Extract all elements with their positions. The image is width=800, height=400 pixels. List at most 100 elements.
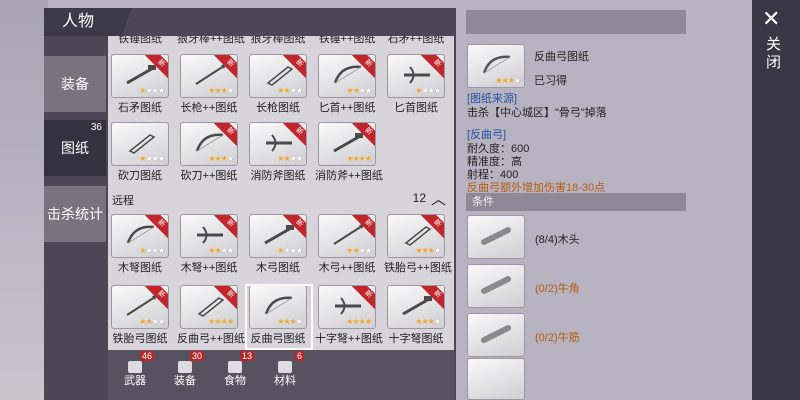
blueprint-cell[interactable]: 新 ★★★★ 铁胎弓图纸 (108, 285, 172, 345)
blueprint-cell[interactable]: 新 ★★★★ 木弩图纸 (108, 214, 172, 274)
blueprint-label: 长枪++图纸 (180, 102, 238, 114)
weapon-icon (404, 66, 430, 84)
category-tab[interactable]: 46 武器 (112, 350, 158, 392)
weapon-icon (126, 65, 156, 85)
detail-status: 已习得 (534, 75, 567, 87)
weapon-icon (195, 133, 224, 152)
category-tab[interactable]: 13 食物 (212, 350, 258, 392)
background-left (0, 0, 48, 400)
blueprint-card[interactable]: 新 ★★★★ (180, 54, 238, 98)
blueprint-cell[interactable]: 新 ★★★★ 消防斧++图纸 (315, 122, 383, 182)
close-label[interactable]: 关闭 (766, 36, 781, 72)
category-tab[interactable]: 6 材料 (262, 350, 308, 392)
material-card (467, 313, 525, 357)
weapon-icon (335, 297, 361, 315)
side-tab-label: 装备 (61, 76, 89, 92)
blueprint-cell[interactable]: 新 ★★★★ 匕首++图纸 (315, 54, 379, 114)
blueprint-card[interactable]: 新 ★★★★ (180, 214, 238, 258)
blueprint-cell[interactable]: 新 ★★★★ 十字弩图纸 (384, 285, 448, 345)
horn-icon (481, 276, 511, 294)
blueprint-card[interactable]: 新 ★★★★ (318, 214, 376, 258)
recurve-bow-icon (482, 55, 511, 74)
blueprint-label: 十字弩图纸 (388, 333, 444, 345)
star-rating: ★★★★ (346, 246, 372, 255)
page-title: 人物 (44, 8, 132, 36)
side-tab-blueprints[interactable]: 36 图纸 (44, 120, 106, 176)
blueprint-card[interactable]: 新 ★★★★ (249, 214, 307, 258)
blueprint-cell[interactable]: 新 ★★★★ 木弓图纸 (246, 214, 310, 274)
blueprint-cell[interactable]: 新 ★★★★ 匕首图纸 (384, 54, 448, 114)
material-card (467, 215, 525, 259)
blueprint-card[interactable]: 新 ★★★★ (111, 54, 169, 98)
tab-label: 食物 (224, 375, 246, 387)
category-tab[interactable]: 30 装备 (162, 350, 208, 392)
blueprint-cell[interactable]: 新 ★★★★ 木弓++图纸 (315, 214, 379, 274)
weapon-icon (402, 296, 432, 316)
side-tab-equipment[interactable]: 装备 (44, 56, 106, 112)
blueprint-label: 砍刀图纸 (118, 170, 162, 182)
blueprint-card[interactable]: ★★★★ (111, 122, 169, 166)
side-tab-label: 图纸 (61, 140, 89, 156)
conditions-header: 条件 (466, 193, 686, 211)
blueprint-card[interactable]: 新 ★★★★ (180, 122, 238, 166)
blueprint-label: 长枪图纸 (256, 102, 300, 114)
star-rating: ★★★★ (139, 86, 165, 95)
blueprint-card[interactable]: 新 ★★★★ (318, 54, 376, 98)
blueprint-label: 木弓++图纸 (318, 262, 376, 274)
blueprint-card[interactable]: 新 ★★★★ (249, 54, 307, 98)
weapon-icon (126, 295, 157, 316)
star-rating: ★★★★ (208, 86, 234, 95)
star-rating: ★★★★ (139, 317, 165, 326)
chevron-up-icon[interactable]: ︿ (431, 188, 446, 209)
star-rating: ★★★★ (346, 86, 372, 95)
blueprint-count-badge: 36 (90, 122, 102, 133)
blueprint-card[interactable]: 新 ★★★★ (249, 122, 307, 166)
weapon-icon (264, 225, 294, 245)
blueprint-label: 木弩++图纸 (180, 262, 238, 274)
weapon-icon (266, 66, 294, 86)
blueprint-label: 狼牙棒图纸 (250, 36, 306, 45)
blueprint-card[interactable]: 新 ★★★★ (318, 122, 376, 166)
tab-label: 装备 (174, 375, 196, 387)
blueprint-card[interactable]: 新 ★★★★ (387, 285, 445, 329)
blueprint-cell[interactable]: 新 ★★★★ 反曲弓++图纸 (177, 285, 245, 345)
blueprint-cell[interactable]: ★★★★ 砍刀图纸 (108, 122, 172, 182)
star-rating: ★★★★ (139, 154, 165, 163)
blueprint-label: 消防斧++图纸 (315, 170, 383, 182)
blueprint-label: 铁胎弓++图纸 (384, 262, 452, 274)
blueprint-label: 狼牙棒++图纸 (177, 36, 245, 45)
blueprint-cell[interactable]: 新 ★★★★ 木弩++图纸 (177, 214, 241, 274)
ranged-section-header[interactable]: 远程 12 ︿ (108, 190, 454, 208)
star-rating: ★★★★ (346, 154, 372, 163)
tab-label: 武器 (124, 375, 146, 387)
material-card (467, 358, 525, 400)
selection-frame (245, 284, 313, 350)
blueprint-card[interactable]: 新 ★★★★ (387, 54, 445, 98)
detail-source-text: 击杀【中心城区】"骨弓"掉落 (467, 107, 607, 119)
blueprint-card[interactable]: 新 ★★★★ (111, 214, 169, 258)
blueprint-label: 木弩图纸 (118, 262, 162, 274)
blueprint-card[interactable]: 新 ★★★★ (318, 285, 376, 329)
star-rating: ★★★★ (277, 154, 303, 163)
detail-item-name: 反曲弓图纸 (534, 51, 589, 63)
blueprint-cell[interactable]: 新 ★★★★ 十字弩++图纸 (315, 285, 383, 345)
star-rating: ★★★★ (346, 317, 372, 326)
blueprint-cell[interactable]: 新 ★★★★ 砍刀++图纸 (177, 122, 241, 182)
blueprint-card[interactable]: 新 ★★★★ (387, 214, 445, 258)
blueprint-card[interactable]: 新 ★★★★ (111, 285, 169, 329)
blueprint-cell[interactable]: 新 ★★★★ 长枪++图纸 (177, 54, 241, 114)
weapon-icon (197, 297, 225, 317)
side-tab-kill-stats[interactable]: 击杀统计 (44, 186, 106, 242)
blueprint-card[interactable]: 新 ★★★★ (180, 285, 238, 329)
close-icon[interactable]: ✕ (762, 6, 780, 32)
weapon-icon (126, 225, 155, 244)
sinew-icon (481, 325, 511, 343)
weapon-icon (333, 133, 363, 153)
blueprint-label: 铁胎弓图纸 (112, 333, 168, 345)
blueprint-cell[interactable]: 新 ★★★★ 消防斧图纸 (246, 122, 310, 182)
blueprint-cell[interactable]: 新 ★★★★ 长枪图纸 (246, 54, 310, 114)
blueprint-cell[interactable]: 新 ★★★★ 石矛图纸 (108, 54, 172, 114)
blueprint-cell[interactable]: 新 ★★★★ 铁胎弓++图纸 (384, 214, 452, 274)
material-card (467, 264, 525, 308)
blueprint-label: 石矛图纸 (118, 102, 162, 114)
